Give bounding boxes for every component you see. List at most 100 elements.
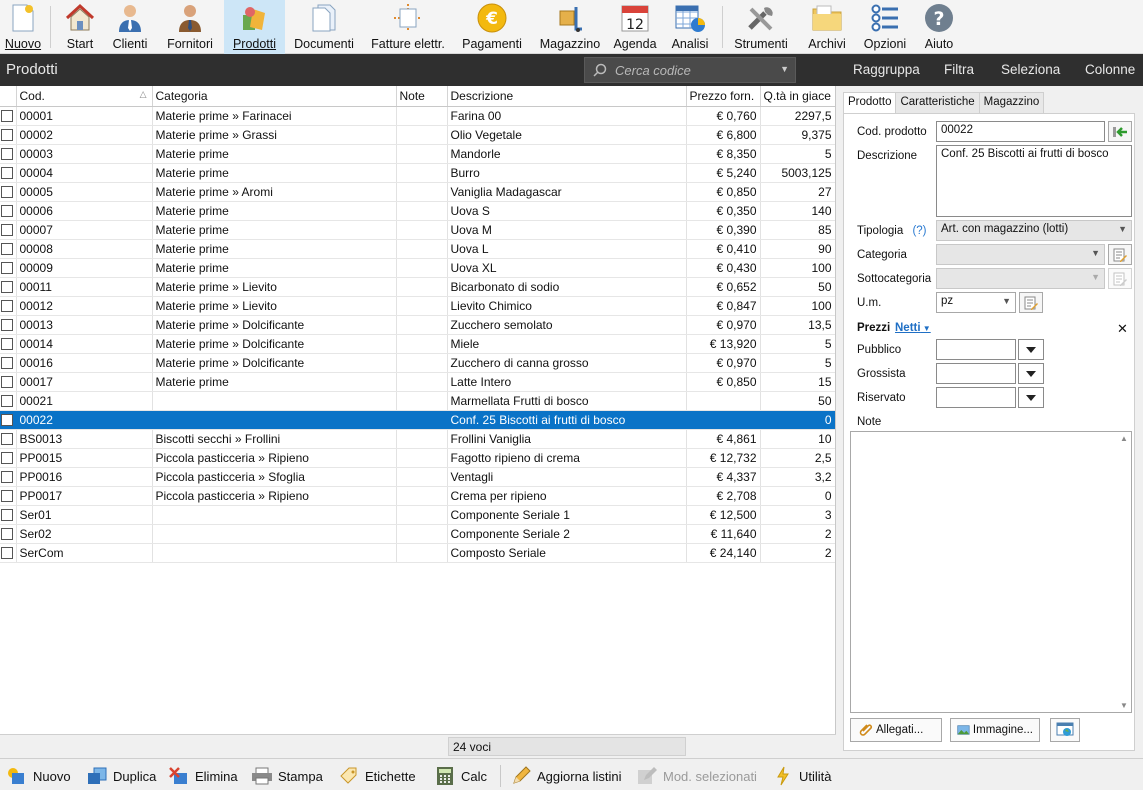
checkbox[interactable] bbox=[1, 509, 13, 522]
row-checkbox[interactable] bbox=[0, 125, 17, 145]
bottom-calc-button[interactable]: Calc bbox=[434, 765, 487, 787]
row-checkbox[interactable] bbox=[0, 182, 17, 202]
tipologia-help-link[interactable]: (?) bbox=[912, 225, 926, 237]
table-row[interactable]: 00009 Materie prime Uova XL € 0,430 100 bbox=[0, 258, 835, 278]
select-all-header[interactable] bbox=[0, 86, 17, 107]
table-row[interactable]: 00002 Materie prime » Grassi Olio Vegetale… bbox=[0, 125, 835, 145]
row-checkbox[interactable] bbox=[0, 144, 17, 164]
allegati-button[interactable]: Allegati... bbox=[850, 718, 942, 742]
checkbox[interactable] bbox=[1, 547, 13, 560]
checkbox[interactable] bbox=[1, 376, 13, 389]
table-row[interactable]: 00003 Materie prime Mandorle € 8,350 5 bbox=[0, 144, 835, 164]
toolbar-aiuto-button[interactable]: ? Aiuto bbox=[918, 0, 960, 54]
checkbox[interactable] bbox=[1, 148, 13, 161]
checkbox[interactable] bbox=[1, 243, 13, 256]
row-checkbox[interactable] bbox=[0, 543, 17, 563]
um-select[interactable]: pz ▼ bbox=[936, 292, 1016, 313]
table-row[interactable]: 00004 Materie prime Burro € 5,240 5003,125 bbox=[0, 163, 835, 183]
row-checkbox[interactable] bbox=[0, 524, 17, 544]
checkbox[interactable] bbox=[1, 319, 13, 332]
edit-categoria-button[interactable] bbox=[1108, 244, 1132, 265]
bottom-elimina-button[interactable]: Elimina bbox=[168, 765, 238, 787]
checkbox[interactable] bbox=[1, 224, 13, 237]
row-checkbox[interactable] bbox=[0, 429, 17, 449]
column-header-categoria[interactable]: Categoria bbox=[152, 86, 397, 107]
tab-magazzino[interactable]: Magazzino bbox=[978, 92, 1045, 113]
row-checkbox[interactable] bbox=[0, 220, 17, 240]
checkbox[interactable] bbox=[1, 395, 13, 408]
table-row[interactable]: Ser01 Componente Seriale 1 € 12,500 3 bbox=[0, 505, 835, 525]
row-checkbox[interactable] bbox=[0, 448, 17, 468]
chevron-down-icon[interactable]: ▼ bbox=[780, 64, 789, 74]
table-row[interactable]: 00014 Materie prime » Dolcificante Miele € … bbox=[0, 334, 835, 354]
descrizione-field[interactable]: Conf. 25 Biscotti ai frutti di bosco bbox=[936, 145, 1132, 217]
table-row[interactable]: 00021 Marmellata Frutti di bosco 50 bbox=[0, 391, 835, 411]
toolbar-agenda-button[interactable]: 12 Agenda bbox=[612, 0, 658, 54]
toolbar-start-button[interactable]: Start bbox=[58, 0, 102, 54]
edit-sottocategoria-button[interactable] bbox=[1108, 268, 1132, 289]
toolbar-fornitori-button[interactable]: Fornitori bbox=[160, 0, 220, 54]
checkbox[interactable] bbox=[1, 490, 13, 503]
toolbar-magazzino-button[interactable]: Magazzino bbox=[536, 0, 604, 54]
toolbar-opzioni-button[interactable]: Opzioni bbox=[860, 0, 910, 54]
pubblico-price-field[interactable] bbox=[936, 339, 1016, 360]
note-textarea[interactable]: ▲ ▼ bbox=[850, 431, 1132, 713]
column-header-descrizione[interactable]: Descrizione bbox=[447, 86, 687, 107]
toolbar-analisi-button[interactable]: Analisi bbox=[666, 0, 714, 54]
row-checkbox[interactable] bbox=[0, 296, 17, 316]
prezzi-netti-dropdown[interactable]: Netti ▼ bbox=[895, 322, 931, 334]
toolbar-fatture-button[interactable]: Fatture elettr. bbox=[364, 0, 452, 54]
row-checkbox[interactable] bbox=[0, 334, 17, 354]
row-checkbox[interactable] bbox=[0, 106, 17, 126]
table-row[interactable]: PP0016 Piccola pasticceria » Sfoglia Venta… bbox=[0, 467, 835, 487]
sottocategoria-select[interactable]: ▼ bbox=[936, 268, 1105, 289]
edit-um-button[interactable] bbox=[1019, 292, 1043, 313]
table-row[interactable]: BS0013 Biscotti secchi » Frollini Frollini… bbox=[0, 429, 835, 449]
row-checkbox[interactable] bbox=[0, 277, 17, 297]
table-row[interactable]: 00008 Materie prime Uova L € 0,410 90 bbox=[0, 239, 835, 259]
row-checkbox[interactable] bbox=[0, 258, 17, 278]
checkbox[interactable] bbox=[1, 414, 13, 427]
grossista-dropdown-button[interactable] bbox=[1018, 363, 1044, 384]
checkbox[interactable] bbox=[1, 300, 13, 313]
tab-prodotto[interactable]: Prodotto bbox=[843, 92, 897, 114]
row-checkbox[interactable] bbox=[0, 505, 17, 525]
immagine-button[interactable]: Immagine... bbox=[950, 718, 1040, 742]
table-row[interactable]: PP0015 Piccola pasticceria » Ripieno Fagot… bbox=[0, 448, 835, 468]
row-checkbox[interactable] bbox=[0, 315, 17, 335]
row-checkbox[interactable] bbox=[0, 467, 17, 487]
grossista-price-field[interactable] bbox=[936, 363, 1016, 384]
close-icon[interactable]: ✕ bbox=[1117, 321, 1128, 337]
row-checkbox[interactable] bbox=[0, 201, 17, 221]
table-row[interactable]: 00022 Conf. 25 Biscotti ai frutti di bosc… bbox=[0, 410, 835, 430]
row-checkbox[interactable] bbox=[0, 486, 17, 506]
scroll-up-icon[interactable]: ▲ bbox=[1120, 434, 1128, 443]
row-checkbox[interactable] bbox=[0, 163, 17, 183]
note-scrollbar[interactable]: ▲ ▼ bbox=[1117, 432, 1131, 712]
table-row[interactable]: Ser02 Componente Seriale 2 € 11,640 2 bbox=[0, 524, 835, 544]
checkbox[interactable] bbox=[1, 357, 13, 370]
tab-caratteristiche[interactable]: Caratteristiche bbox=[895, 92, 980, 113]
toolbar-documenti-button[interactable]: Documenti bbox=[290, 0, 358, 54]
bottom-mod-selezionati-button[interactable]: Mod. selezionati bbox=[636, 765, 757, 787]
toolbar-pagamenti-button[interactable]: € Pagamenti bbox=[458, 0, 526, 54]
code-lookup-button[interactable] bbox=[1108, 121, 1132, 142]
cod-prodotto-field[interactable]: 00022 bbox=[936, 121, 1105, 142]
row-checkbox[interactable] bbox=[0, 353, 17, 373]
categoria-select[interactable]: ▼ bbox=[936, 244, 1105, 265]
filtra-link[interactable]: Filtra bbox=[944, 62, 974, 77]
table-row[interactable]: PP0017 Piccola pasticceria » Ripieno Crema… bbox=[0, 486, 835, 506]
row-checkbox[interactable] bbox=[0, 410, 17, 430]
table-row[interactable]: 00013 Materie prime » Dolcificante Zuccher… bbox=[0, 315, 835, 335]
checkbox[interactable] bbox=[1, 471, 13, 484]
checkbox[interactable] bbox=[1, 167, 13, 180]
bottom-aggiorna-listini-button[interactable]: Aggiorna listini bbox=[510, 765, 622, 787]
checkbox[interactable] bbox=[1, 205, 13, 218]
toolbar-nuovo-button[interactable]: Nuovo bbox=[2, 0, 44, 54]
colonne-link[interactable]: Colonne bbox=[1085, 62, 1135, 77]
row-checkbox[interactable] bbox=[0, 391, 17, 411]
checkbox[interactable] bbox=[1, 452, 13, 465]
toolbar-strumenti-button[interactable]: Strumenti bbox=[730, 0, 792, 54]
toolbar-clienti-button[interactable]: Clienti bbox=[108, 0, 152, 54]
table-row[interactable]: 00011 Materie prime » Lievito Bicarbonato … bbox=[0, 277, 835, 297]
